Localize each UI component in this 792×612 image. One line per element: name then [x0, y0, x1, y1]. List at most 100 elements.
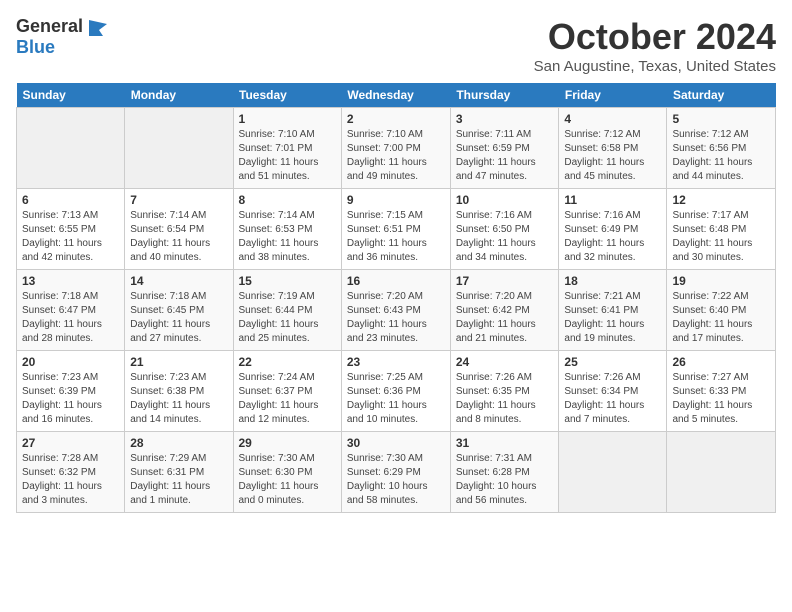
calendar-cell: 19Sunrise: 7:22 AMSunset: 6:40 PMDayligh… [667, 270, 776, 351]
col-tuesday: Tuesday [233, 83, 341, 108]
day-number: 9 [347, 193, 445, 207]
calendar-cell: 25 Sunrise: 7:26 AMSunset: 6:34 PMDayligh… [559, 351, 667, 432]
day-number: 7 [130, 193, 227, 207]
day-number: 11 [564, 193, 661, 207]
day-number: 17 [456, 274, 554, 288]
col-monday: Monday [125, 83, 233, 108]
day-number: 12 [672, 193, 770, 207]
day-info: Sunrise: 7:31 AMSunset: 6:28 PMDaylight:… [456, 452, 554, 508]
day-number: 27 [22, 436, 119, 450]
calendar-cell: 3 Sunrise: 7:11 AMSunset: 6:59 PMDaylight… [450, 108, 559, 189]
calendar-cell [125, 108, 233, 189]
calendar-cell: 10 Sunrise: 7:16 AMSunset: 6:50 PMDayligh… [450, 189, 559, 270]
calendar-cell: 16 Sunrise: 7:20 AMSunset: 6:43 PMDayligh… [341, 270, 450, 351]
day-info: Sunrise: 7:30 AMSunset: 6:29 PMDaylight:… [347, 452, 445, 508]
day-number: 31 [456, 436, 554, 450]
calendar-cell: 9Sunrise: 7:15 AMSunset: 6:51 PMDaylight… [341, 189, 450, 270]
calendar-cell: 7Sunrise: 7:14 AMSunset: 6:54 PMDaylight… [125, 189, 233, 270]
day-number: 20 [22, 355, 119, 369]
day-info: Sunrise: 7:20 AMSunset: 6:42 PMDaylight:… [456, 290, 554, 346]
calendar-cell: 24 Sunrise: 7:26 AMSunset: 6:35 PMDayligh… [450, 351, 559, 432]
day-number: 14 [130, 274, 227, 288]
calendar-cell: 8 Sunrise: 7:14 AMSunset: 6:53 PMDaylight… [233, 189, 341, 270]
day-info: Sunrise: 7:23 AMSunset: 6:39 PMDaylight:… [22, 371, 119, 427]
calendar-cell: 14 Sunrise: 7:18 AMSunset: 6:45 PMDayligh… [125, 270, 233, 351]
calendar-cell: 1 Sunrise: 7:10 AMSunset: 7:01 PMDaylight… [233, 108, 341, 189]
day-number: 21 [130, 355, 227, 369]
calendar-cell: 27 Sunrise: 7:28 AMSunset: 6:32 PMDayligh… [17, 432, 125, 513]
calendar-table: Sunday Monday Tuesday Wednesday Thursday… [16, 83, 776, 513]
day-number: 8 [239, 193, 336, 207]
day-info: Sunrise: 7:30 AMSunset: 6:30 PMDaylight:… [239, 452, 336, 508]
calendar-cell: 6 Sunrise: 7:13 AMSunset: 6:55 PMDaylight… [17, 189, 125, 270]
calendar-cell: 23Sunrise: 7:25 AMSunset: 6:36 PMDayligh… [341, 351, 450, 432]
page-header: General Blue October 2024 San Augustine,… [16, 16, 776, 75]
day-info: Sunrise: 7:17 AMSunset: 6:48 PMDaylight:… [672, 209, 770, 265]
logo-general-text: General [16, 16, 83, 36]
calendar-cell: 5 Sunrise: 7:12 AMSunset: 6:56 PMDaylight… [667, 108, 776, 189]
day-info: Sunrise: 7:26 AMSunset: 6:34 PMDaylight:… [564, 371, 661, 427]
calendar-cell: 29 Sunrise: 7:30 AMSunset: 6:30 PMDayligh… [233, 432, 341, 513]
col-friday: Friday [559, 83, 667, 108]
calendar-cell [667, 432, 776, 513]
day-number: 5 [672, 112, 770, 126]
calendar-cell: 18Sunrise: 7:21 AMSunset: 6:41 PMDayligh… [559, 270, 667, 351]
calendar-cell [559, 432, 667, 513]
day-number: 16 [347, 274, 445, 288]
day-number: 29 [239, 436, 336, 450]
logo-blue-text: Blue [16, 37, 55, 57]
calendar-cell: 13Sunrise: 7:18 AMSunset: 6:47 PMDayligh… [17, 270, 125, 351]
calendar-cell: 4Sunrise: 7:12 AMSunset: 6:58 PMDaylight… [559, 108, 667, 189]
calendar-week-row: 6 Sunrise: 7:13 AMSunset: 6:55 PMDaylight… [17, 189, 776, 270]
calendar-cell: 28Sunrise: 7:29 AMSunset: 6:31 PMDayligh… [125, 432, 233, 513]
calendar-cell: 22Sunrise: 7:24 AMSunset: 6:37 PMDayligh… [233, 351, 341, 432]
calendar-cell [17, 108, 125, 189]
day-info: Sunrise: 7:10 AMSunset: 7:01 PMDaylight:… [239, 128, 336, 184]
col-saturday: Saturday [667, 83, 776, 108]
day-number: 19 [672, 274, 770, 288]
logo-line1: General [16, 16, 107, 37]
day-info: Sunrise: 7:14 AMSunset: 6:53 PMDaylight:… [239, 209, 336, 265]
col-thursday: Thursday [450, 83, 559, 108]
day-info: Sunrise: 7:16 AMSunset: 6:49 PMDaylight:… [564, 209, 661, 265]
day-number: 3 [456, 112, 554, 126]
calendar-cell: 26 Sunrise: 7:27 AMSunset: 6:33 PMDayligh… [667, 351, 776, 432]
calendar-cell: 2Sunrise: 7:10 AMSunset: 7:00 PMDaylight… [341, 108, 450, 189]
day-number: 10 [456, 193, 554, 207]
day-number: 25 [564, 355, 661, 369]
day-info: Sunrise: 7:16 AMSunset: 6:50 PMDaylight:… [456, 209, 554, 265]
day-number: 30 [347, 436, 445, 450]
day-number: 22 [239, 355, 336, 369]
day-info: Sunrise: 7:19 AMSunset: 6:44 PMDaylight:… [239, 290, 336, 346]
day-info: Sunrise: 7:26 AMSunset: 6:35 PMDaylight:… [456, 371, 554, 427]
day-number: 24 [456, 355, 554, 369]
calendar-cell: 20 Sunrise: 7:23 AMSunset: 6:39 PMDayligh… [17, 351, 125, 432]
day-info: Sunrise: 7:12 AMSunset: 6:56 PMDaylight:… [672, 128, 770, 184]
days-header-row: Sunday Monday Tuesday Wednesday Thursday… [17, 83, 776, 108]
calendar-cell: 30 Sunrise: 7:30 AMSunset: 6:29 PMDayligh… [341, 432, 450, 513]
day-number: 6 [22, 193, 119, 207]
col-wednesday: Wednesday [341, 83, 450, 108]
day-number: 1 [239, 112, 336, 126]
day-info: Sunrise: 7:28 AMSunset: 6:32 PMDaylight:… [22, 452, 119, 508]
day-info: Sunrise: 7:25 AMSunset: 6:36 PMDaylight:… [347, 371, 445, 427]
calendar-week-row: 27 Sunrise: 7:28 AMSunset: 6:32 PMDayligh… [17, 432, 776, 513]
day-info: Sunrise: 7:29 AMSunset: 6:31 PMDaylight:… [130, 452, 227, 508]
day-info: Sunrise: 7:27 AMSunset: 6:33 PMDaylight:… [672, 371, 770, 427]
day-info: Sunrise: 7:23 AMSunset: 6:38 PMDaylight:… [130, 371, 227, 427]
logo: General Blue [16, 16, 107, 58]
calendar-cell: 15 Sunrise: 7:19 AMSunset: 6:44 PMDayligh… [233, 270, 341, 351]
day-number: 4 [564, 112, 661, 126]
day-number: 18 [564, 274, 661, 288]
day-info: Sunrise: 7:20 AMSunset: 6:43 PMDaylight:… [347, 290, 445, 346]
day-number: 15 [239, 274, 336, 288]
day-number: 26 [672, 355, 770, 369]
logo-bird-icon [89, 20, 107, 36]
calendar-week-row: 1 Sunrise: 7:10 AMSunset: 7:01 PMDaylight… [17, 108, 776, 189]
day-info: Sunrise: 7:13 AMSunset: 6:55 PMDaylight:… [22, 209, 119, 265]
logo-line2: Blue [16, 37, 55, 58]
day-number: 13 [22, 274, 119, 288]
day-info: Sunrise: 7:18 AMSunset: 6:45 PMDaylight:… [130, 290, 227, 346]
day-info: Sunrise: 7:10 AMSunset: 7:00 PMDaylight:… [347, 128, 445, 184]
day-info: Sunrise: 7:11 AMSunset: 6:59 PMDaylight:… [456, 128, 554, 184]
